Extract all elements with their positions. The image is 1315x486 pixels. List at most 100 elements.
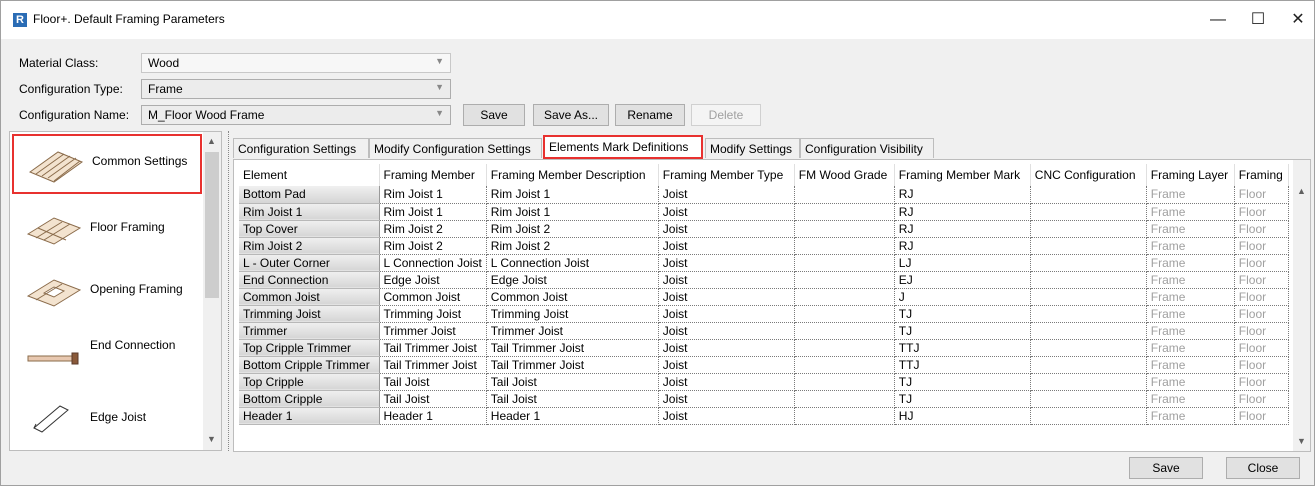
column-header[interactable]: Framing Member Type	[658, 164, 795, 186]
table-cell[interactable]: Frame	[1146, 305, 1235, 323]
table-cell[interactable]: Frame	[1146, 373, 1235, 391]
table-cell[interactable]: EJ	[894, 271, 1031, 289]
table-cell[interactable]: Joist	[658, 373, 795, 391]
table-cell[interactable]: TJ	[894, 373, 1031, 391]
table-cell[interactable]: Frame	[1146, 186, 1235, 204]
chevron-up-icon[interactable]: ▲	[1297, 186, 1306, 196]
table-cell[interactable]: Frame	[1146, 390, 1235, 408]
table-cell[interactable]: Trimmer Joist	[379, 322, 487, 340]
table-cell[interactable]: Tail Joist	[486, 373, 659, 391]
table-cell[interactable]: LJ	[894, 254, 1031, 272]
table-cell[interactable]: Tail Trimmer Joist	[379, 339, 487, 357]
table-cell[interactable]: Floor	[1234, 390, 1289, 408]
table-cell[interactable]: Joist	[658, 407, 795, 425]
table-row[interactable]: Top Cripple Trimmer Tail Trimmer Joist Tai…	[239, 339, 1289, 357]
table-row[interactable]: Bottom Cripple Trimmer Tail Trimmer Joist…	[239, 356, 1289, 374]
chevron-up-icon[interactable]: ▲	[207, 136, 216, 146]
table-cell[interactable]: RJ	[894, 237, 1031, 255]
table-cell[interactable]	[1030, 186, 1147, 204]
table-cell[interactable]: Joist	[658, 203, 795, 221]
table-cell[interactable]: Floor	[1234, 220, 1289, 238]
table-cell[interactable]: Frame	[1146, 356, 1235, 374]
table-row[interactable]: Top Cripple Tail Joist Tail Joist Joist TJ Fr…	[239, 373, 1289, 391]
table-row[interactable]: Rim Joist 2 Rim Joist 2 Rim Joist 2 Joist RJ…	[239, 237, 1289, 255]
table-row[interactable]: L - Outer Corner L Connection Joist L Conn…	[239, 254, 1289, 272]
table-cell[interactable]: Joist	[658, 271, 795, 289]
table-cell[interactable]: Joist	[658, 288, 795, 306]
table-cell[interactable]	[1030, 305, 1147, 323]
table-cell[interactable]: Floor	[1234, 237, 1289, 255]
table-cell[interactable]	[1030, 271, 1147, 289]
table-cell[interactable]: Tail Trimmer Joist	[486, 339, 659, 357]
element-name-cell[interactable]: Trimming Joist	[239, 305, 380, 323]
grid-scrollbar[interactable]: ▲ ▼	[1293, 160, 1310, 451]
close-button[interactable]: Close	[1226, 457, 1300, 479]
element-name-cell[interactable]: Bottom Cripple	[239, 390, 380, 408]
chevron-down-icon[interactable]: ▼	[207, 434, 216, 444]
element-name-cell[interactable]: Header 1	[239, 407, 380, 425]
table-cell[interactable]	[794, 322, 895, 340]
sidebar-item-opening-framing[interactable]: Opening Framing	[12, 262, 202, 322]
configuration-type-dropdown[interactable]: Frame ▼	[141, 79, 451, 99]
table-cell[interactable]	[794, 373, 895, 391]
table-cell[interactable]	[794, 288, 895, 306]
table-cell[interactable]: Tail Joist	[486, 390, 659, 408]
table-cell[interactable]: Joist	[658, 339, 795, 357]
table-row[interactable]: Bottom Cripple Tail Joist Tail Joist Joist T…	[239, 390, 1289, 408]
table-cell[interactable]	[794, 237, 895, 255]
table-cell[interactable]: Floor	[1234, 203, 1289, 221]
column-header[interactable]: Element	[239, 164, 380, 186]
sidebar-item-edge-joist[interactable]: Edge Joist	[12, 386, 202, 446]
delete-button[interactable]: Delete	[691, 104, 761, 126]
table-cell[interactable]: Floor	[1234, 305, 1289, 323]
table-cell[interactable]: J	[894, 288, 1031, 306]
table-cell[interactable]: Trimmer Joist	[486, 322, 659, 340]
element-name-cell[interactable]: Rim Joist 1	[239, 203, 380, 221]
table-cell[interactable]: Common Joist	[379, 288, 487, 306]
element-name-cell[interactable]: Top Cover	[239, 220, 380, 238]
rename-button[interactable]: Rename	[615, 104, 685, 126]
table-cell[interactable]	[794, 203, 895, 221]
table-cell[interactable]	[794, 305, 895, 323]
element-name-cell[interactable]: L - Outer Corner	[239, 254, 380, 272]
sidebar-item-floor-framing[interactable]: Floor Framing	[12, 200, 202, 260]
element-name-cell[interactable]: End Connection	[239, 271, 380, 289]
table-cell[interactable]: Floor	[1234, 373, 1289, 391]
table-cell[interactable]	[1030, 390, 1147, 408]
save-button[interactable]: Save	[1129, 457, 1203, 479]
table-cell[interactable]: RJ	[894, 203, 1031, 221]
maximize-button[interactable]: ☐	[1238, 7, 1278, 33]
table-row[interactable]: End Connection Edge Joist Edge Joist Joist E…	[239, 271, 1289, 289]
table-cell[interactable]: TJ	[894, 390, 1031, 408]
table-cell[interactable]: Floor	[1234, 356, 1289, 374]
table-cell[interactable]: Rim Joist 2	[486, 237, 659, 255]
close-window-button[interactable]: ✕	[1278, 7, 1315, 33]
table-cell[interactable]: Rim Joist 1	[486, 203, 659, 221]
sidebar-item-common-settings[interactable]: Common Settings	[12, 134, 202, 194]
element-name-cell[interactable]: Top Cripple Trimmer	[239, 339, 380, 357]
tab-configuration-visibility[interactable]: Configuration Visibility	[800, 138, 934, 158]
element-name-cell[interactable]: Common Joist	[239, 288, 380, 306]
table-cell[interactable]: Frame	[1146, 288, 1235, 306]
tab-elements-mark-definitions[interactable]: Elements Mark Definitions	[543, 135, 703, 159]
table-cell[interactable]: Frame	[1146, 407, 1235, 425]
table-cell[interactable]	[1030, 203, 1147, 221]
table-cell[interactable]	[1030, 220, 1147, 238]
table-cell[interactable]	[1030, 373, 1147, 391]
table-cell[interactable]	[794, 339, 895, 357]
sidebar-scroll-thumb[interactable]	[205, 152, 219, 298]
table-cell[interactable]	[794, 407, 895, 425]
panel-splitter[interactable]	[228, 131, 231, 451]
table-cell[interactable]: Frame	[1146, 322, 1235, 340]
table-cell[interactable]: TTJ	[894, 339, 1031, 357]
table-cell[interactable]: Joist	[658, 390, 795, 408]
table-cell[interactable]: Rim Joist 1	[379, 203, 487, 221]
table-cell[interactable]: Floor	[1234, 288, 1289, 306]
column-header[interactable]: Framing Member Description	[486, 164, 659, 186]
table-cell[interactable]: Common Joist	[486, 288, 659, 306]
element-name-cell[interactable]: Top Cripple	[239, 373, 380, 391]
element-name-cell[interactable]: Trimmer	[239, 322, 380, 340]
table-cell[interactable]: Joist	[658, 305, 795, 323]
table-row[interactable]: Header 1 Header 1 Header 1 Joist HJ Frame Floo…	[239, 407, 1289, 425]
table-cell[interactable]: Header 1	[379, 407, 487, 425]
